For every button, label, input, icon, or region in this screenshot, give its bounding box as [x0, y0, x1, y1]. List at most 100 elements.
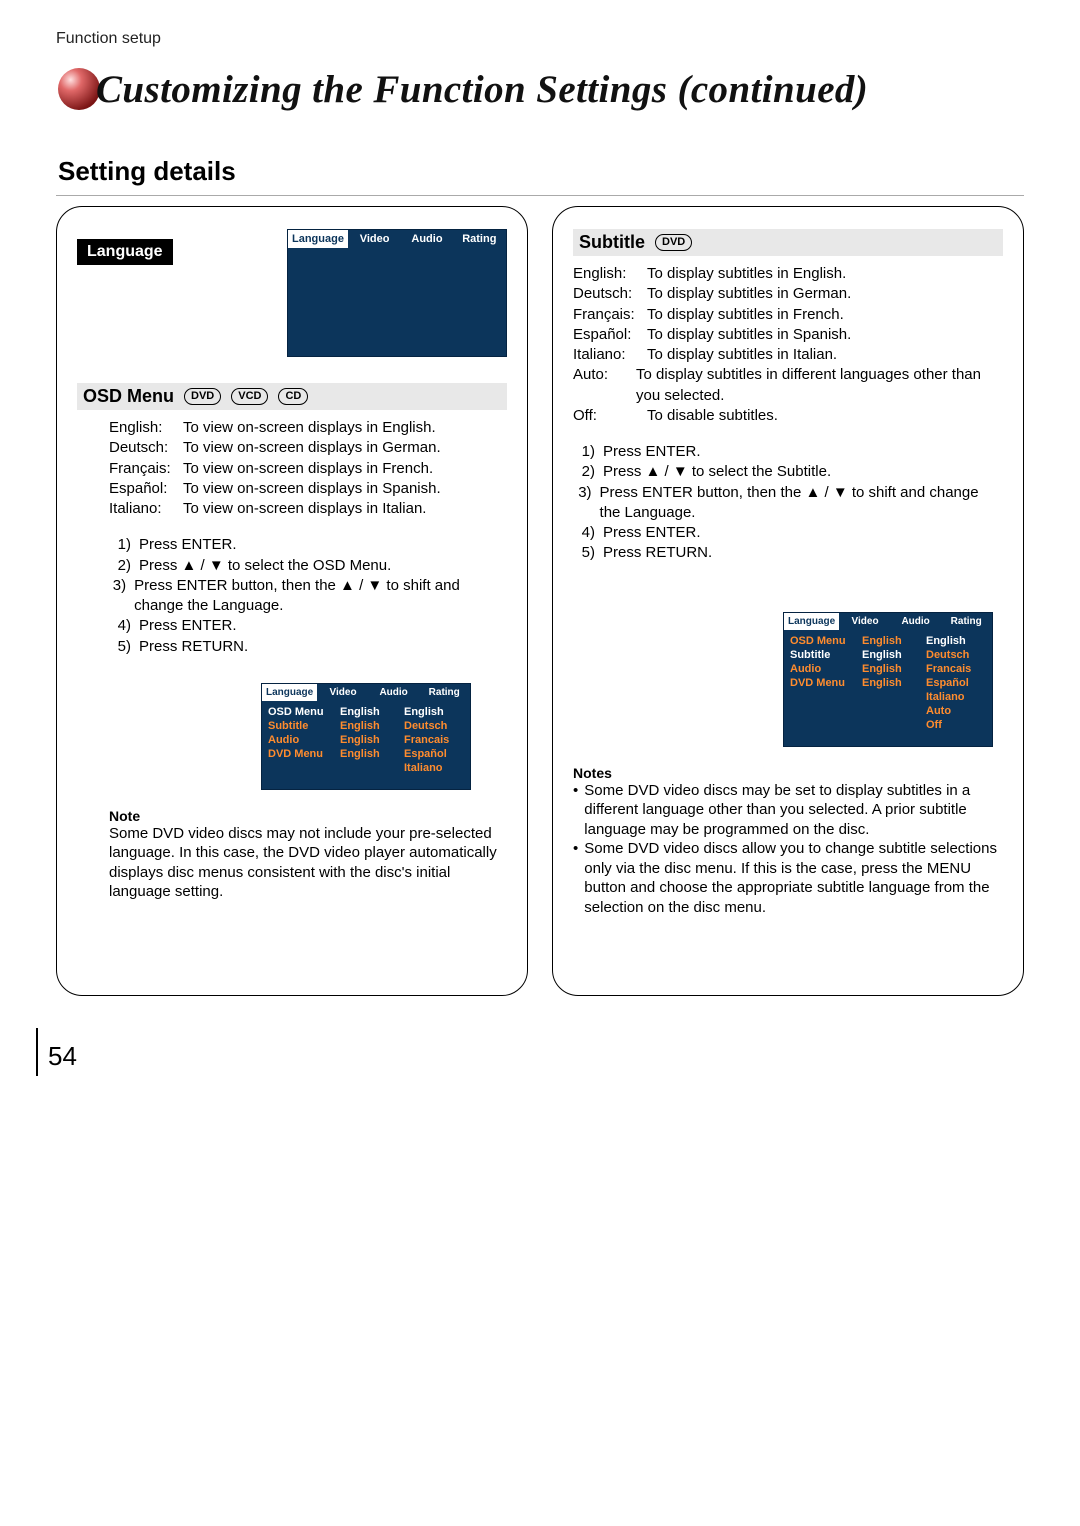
mm-r0c3: English	[404, 706, 464, 718]
osd-k-2: Français:	[109, 459, 177, 479]
right-note-2: •Some DVD video discs allow you to chang…	[573, 839, 1003, 917]
osd-desc-list: English:To view on-screen displays in En…	[77, 418, 507, 519]
osd-v-3: To view on-screen displays in Spanish.	[183, 479, 441, 499]
notes-head: Notes	[573, 765, 1003, 781]
sub-k-4: Italiano:	[573, 345, 641, 365]
sub-k-1: Deutsch:	[573, 284, 641, 304]
mm-r2c3: Francais	[404, 734, 464, 746]
disc-badge-vcd: VCD	[231, 388, 268, 405]
tab-rating[interactable]: Rating	[454, 230, 506, 248]
right-note-1: •Some DVD video discs may be set to disp…	[573, 781, 1003, 840]
osd-step-2: Press ▲ / ▼ to select the OSD Menu.	[139, 556, 391, 576]
subtitle-heading: Subtitle DVD	[573, 229, 1003, 256]
left-panel: Language Language Video Audio Rating OSD…	[56, 206, 528, 996]
rstep-num-5: 5)	[573, 543, 595, 563]
tab-audio[interactable]: Audio	[401, 230, 453, 248]
osd-v-0: To view on-screen displays in English.	[183, 418, 436, 438]
rstep-num-2: 2)	[573, 462, 595, 482]
mm-r4c3: Italiano	[404, 762, 464, 774]
disc-badge-dvd: DVD	[184, 388, 221, 405]
mm2-r6c2	[862, 719, 926, 731]
osd-v-1: To view on-screen displays in German.	[183, 438, 441, 458]
osd-k-4: Italiano:	[109, 499, 177, 519]
page-title-wrap: Customizing the Function Settings (conti…	[56, 66, 1024, 112]
osd-steps: 1) Press ENTER. 2) Press ▲ / ▼ to select t…	[77, 535, 507, 657]
mm-r0c1: OSD Menu	[268, 706, 340, 718]
mm-r1c1: Subtitle	[268, 720, 340, 732]
mm-tab-rating: Rating	[419, 684, 470, 701]
step-num-3: 3)	[109, 576, 126, 617]
mm2-r4c2	[862, 691, 926, 703]
mm2-r3c2: English	[862, 677, 926, 689]
mm2-r0c3: English	[926, 635, 986, 647]
sub-k-0: English:	[573, 264, 641, 284]
sub-v-2: To display subtitles in French.	[647, 305, 844, 325]
mm-r3c2: English	[340, 748, 404, 760]
mm-r4c2	[340, 762, 404, 774]
mm-r1c2: English	[340, 720, 404, 732]
tab-video[interactable]: Video	[349, 230, 401, 248]
sub-k-6: Off:	[573, 406, 641, 426]
mm-r2c1: Audio	[268, 734, 340, 746]
osd-heading-text: OSD Menu	[83, 386, 174, 407]
rstep-num-3: 3)	[573, 483, 592, 524]
sub-v-4: To display subtitles in Italian.	[647, 345, 837, 365]
mm2-tab-video: Video	[840, 613, 891, 630]
subtitle-desc-list: English: To display subtitles in English.…	[573, 264, 1003, 426]
note-body: Some DVD video discs may not include you…	[109, 824, 503, 902]
tab-language[interactable]: Language	[288, 230, 349, 248]
sub-v-5: To display subtitles in different langua…	[636, 365, 1003, 406]
rstep-num-1: 1)	[573, 442, 595, 462]
osd-v-4: To view on-screen displays in Italian.	[183, 499, 426, 519]
mm2-r1c2: English	[862, 649, 926, 661]
settings-tab-box: Language Video Audio Rating	[287, 229, 507, 357]
mm2-r1c3: Deutsch	[926, 649, 986, 661]
osd-step-3: Press ENTER button, then the ▲ / ▼ to sh…	[134, 576, 507, 617]
subtitle-mini-menu: Language Video Audio Rating OSD MenuEngl…	[783, 612, 993, 747]
mm2-tab-rating: Rating	[941, 613, 992, 630]
sub-v-6: To disable subtitles.	[647, 406, 778, 426]
mm-tab-language: Language	[262, 684, 318, 701]
mm2-tab-language: Language	[784, 613, 840, 630]
rstep-2: Press ▲ / ▼ to select the Subtitle.	[603, 462, 831, 482]
mm-r4c1	[268, 762, 340, 774]
sub-v-1: To display subtitles in German.	[647, 284, 851, 304]
step-num-5: 5)	[109, 637, 131, 657]
osd-step-1: Press ENTER.	[139, 535, 237, 555]
mm2-r1c1: Subtitle	[790, 649, 862, 661]
step-num-2: 2)	[109, 556, 131, 576]
step-num-4: 4)	[109, 616, 131, 636]
osd-k-1: Deutsch:	[109, 438, 177, 458]
right-note-2-text: Some DVD video discs allow you to change…	[584, 839, 1003, 917]
osd-note: Note Some DVD video discs may not includ…	[77, 808, 507, 902]
bullet-icon: •	[573, 839, 578, 917]
mm2-r2c1: Audio	[790, 663, 862, 675]
mm2-r5c3: Auto	[926, 705, 986, 717]
sub-v-3: To display subtitles in Spanish.	[647, 325, 851, 345]
language-label: Language	[77, 239, 173, 265]
sub-v-0: To display subtitles in English.	[647, 264, 846, 284]
mm-r3c1: DVD Menu	[268, 748, 340, 760]
mm2-r5c1	[790, 705, 862, 717]
osd-mini-menu: Language Video Audio Rating OSD MenuEngl…	[261, 683, 471, 790]
mm2-r3c1: DVD Menu	[790, 677, 862, 689]
page-title: Customizing the Function Settings (conti…	[96, 67, 868, 112]
rstep-5: Press RETURN.	[603, 543, 712, 563]
mm2-r6c1	[790, 719, 862, 731]
section-heading: Setting details	[56, 152, 1024, 196]
mm2-r2c2: English	[862, 663, 926, 675]
mm-r3c3: Español	[404, 748, 464, 760]
sub-k-5: Auto:	[573, 365, 630, 406]
subtitle-steps: 1) Press ENTER. 2) Press ▲ / ▼ to select t…	[573, 442, 1003, 564]
rstep-4: Press ENTER.	[603, 523, 701, 543]
step-num-1: 1)	[109, 535, 131, 555]
osd-menu-heading: OSD Menu DVD VCD CD	[77, 383, 507, 410]
osd-step-4: Press ENTER.	[139, 616, 237, 636]
mm2-r6c3: Off	[926, 719, 986, 731]
right-panel: Subtitle DVD English: To display subtitle…	[552, 206, 1024, 996]
osd-v-2: To view on-screen displays in French.	[183, 459, 433, 479]
mm2-r0c2: English	[862, 635, 926, 647]
mm2-r3c3: Español	[926, 677, 986, 689]
subtitle-notes: Notes •Some DVD video discs may be set t…	[573, 765, 1003, 918]
sub-k-3: Español:	[573, 325, 641, 345]
